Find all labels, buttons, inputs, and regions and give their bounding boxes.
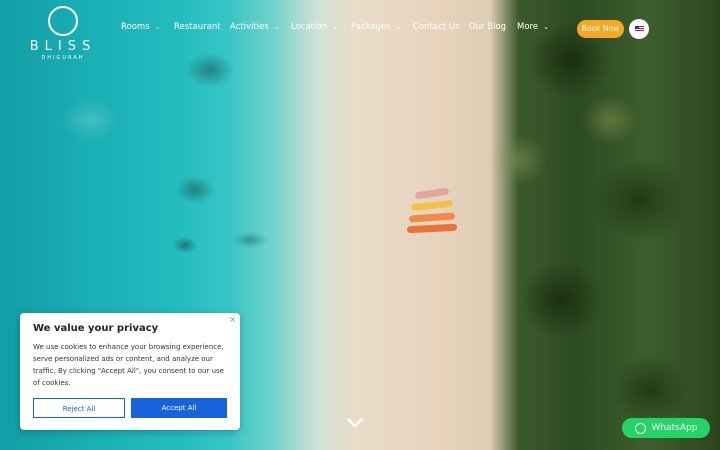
nav-item-restaurant[interactable]: Restaurant [174, 22, 221, 32]
nav-label: Our Blog [469, 22, 507, 32]
nav-item-contact[interactable]: Contact Us [413, 22, 459, 32]
nav-label: Restaurant [174, 22, 221, 32]
nav-label: Location [291, 22, 327, 32]
book-now-button[interactable]: Book Now [577, 20, 624, 38]
nav-item-location[interactable]: Location ⌄ [291, 22, 338, 32]
chevron-down-icon[interactable] [346, 414, 364, 433]
nav-item-rooms[interactable]: Rooms ⌄ [121, 22, 161, 32]
cookie-text: We use cookies to enhance your browsing … [33, 343, 224, 387]
cookie-title: We value your privacy [33, 323, 159, 334]
chevron-down-icon: ⌄ [331, 23, 338, 31]
logo-mark-icon [48, 6, 78, 36]
nav-item-packages[interactable]: Packages ⌄ [351, 22, 402, 32]
close-icon[interactable]: × [229, 315, 236, 324]
brand-logo[interactable]: BLISS DHIGURAH [28, 6, 98, 61]
top-navigation: BLISS DHIGURAH Rooms ⌄ Restaurant Activit… [0, 0, 720, 61]
chevron-down-icon: ⌄ [395, 23, 402, 31]
chevron-down-icon: ⌄ [543, 23, 549, 31]
reject-all-button[interactable]: Reject All [33, 398, 125, 418]
cookie-consent-banner: × We value your privacy We use cookies t… [20, 313, 240, 430]
nav-label: Contact Us [413, 22, 460, 32]
chevron-down-icon: ⌄ [154, 23, 161, 31]
nav-item-more[interactable]: More ⌄ [517, 22, 549, 32]
language-switcher[interactable] [629, 19, 649, 39]
nav-label: Packages [351, 22, 391, 32]
chevron-down-icon: ⌄ [273, 23, 280, 31]
palm-trees [490, 0, 720, 450]
accept-all-button[interactable]: Accept All [131, 398, 227, 418]
brand-sub: DHIGURAH [41, 55, 85, 61]
paddle-boards [405, 187, 460, 240]
whatsapp-button[interactable]: WhatsApp [622, 418, 710, 438]
whatsapp-icon [634, 422, 646, 434]
nav-label: Rooms [121, 22, 150, 32]
nav-label: Activities [230, 22, 269, 32]
whatsapp-label: WhatsApp [651, 423, 698, 433]
brand-name: BLISS [29, 39, 97, 54]
nav-label: More [517, 22, 539, 32]
nav-item-activities[interactable]: Activities ⌄ [230, 22, 280, 32]
nav-item-blog[interactable]: Our Blog [469, 22, 506, 32]
us-flag-icon [634, 26, 644, 32]
